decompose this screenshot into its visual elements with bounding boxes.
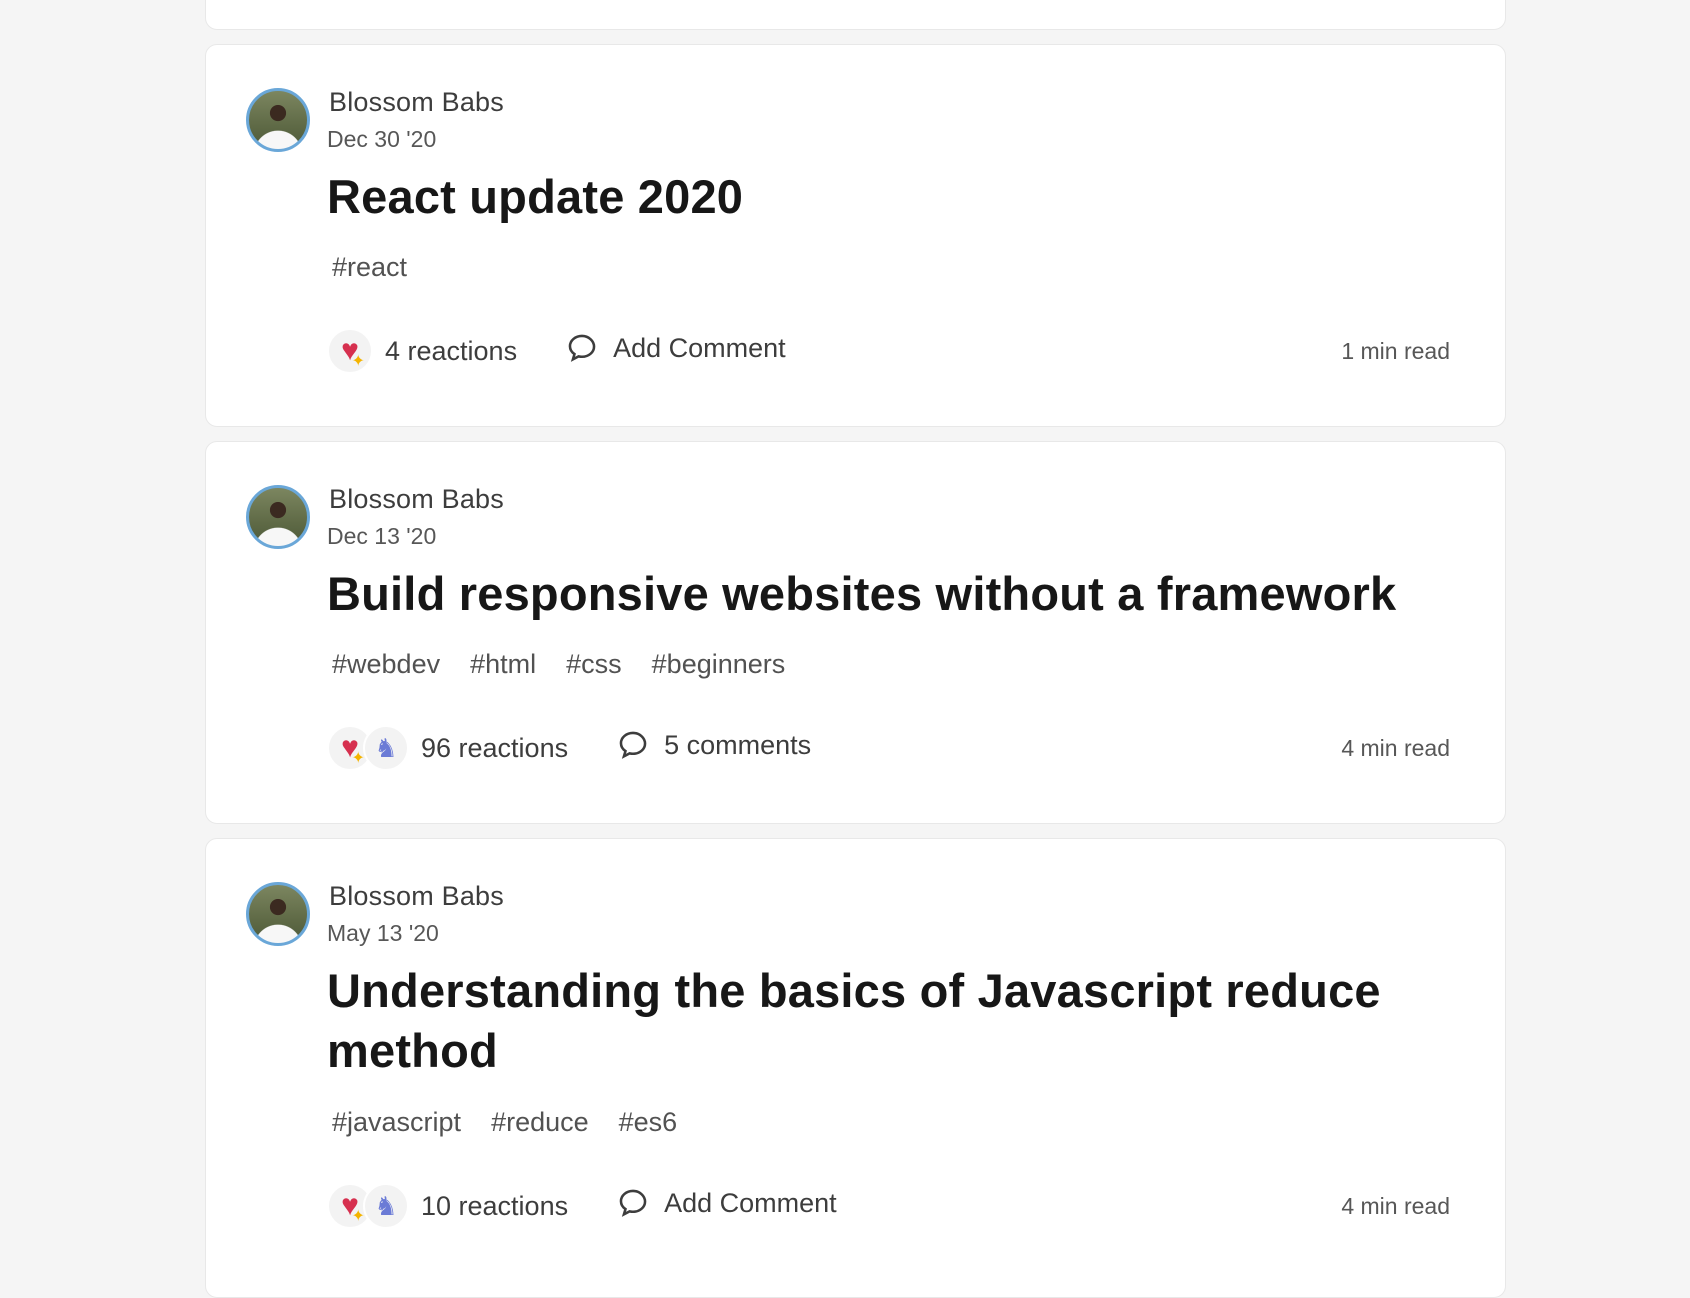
post-date[interactable]: May 13 '20 bbox=[327, 920, 439, 947]
tag-list: #react bbox=[332, 252, 407, 283]
author-avatar[interactable] bbox=[246, 485, 310, 549]
author-avatar[interactable] bbox=[246, 88, 310, 152]
tag-link[interactable]: #reduce bbox=[491, 1107, 589, 1138]
read-time: 4 min read bbox=[1341, 1192, 1450, 1219]
comments-button[interactable]: 5 comments bbox=[616, 728, 811, 762]
post-date[interactable]: Dec 30 '20 bbox=[327, 126, 436, 153]
reaction-icons[interactable]: ♥ ✦ bbox=[327, 328, 373, 374]
read-time: 4 min read bbox=[1341, 734, 1450, 761]
comment-label: Add Comment bbox=[664, 1187, 837, 1218]
reaction-icons[interactable]: ♥ ✦ ♞ bbox=[327, 725, 409, 771]
tag-link[interactable]: #react bbox=[332, 252, 407, 283]
tag-link[interactable]: #beginners bbox=[652, 649, 786, 680]
tag-list: #javascript #reduce #es6 bbox=[332, 1107, 677, 1138]
tag-link[interactable]: #webdev bbox=[332, 649, 440, 680]
tag-link[interactable]: #html bbox=[470, 649, 536, 680]
add-comment-button[interactable]: Add Comment bbox=[616, 1186, 837, 1220]
unicorn-icon: ♞ bbox=[363, 1183, 409, 1229]
reactions-count[interactable]: 10 reactions bbox=[421, 1191, 568, 1222]
tag-link[interactable]: #css bbox=[566, 649, 622, 680]
read-time: 1 min read bbox=[1341, 337, 1450, 364]
article-card[interactable]: Blossom Babs May 13 '20 Understanding th… bbox=[205, 838, 1506, 1298]
article-card[interactable]: Blossom Babs Dec 13 '20 Build responsive… bbox=[205, 441, 1506, 824]
article-title[interactable]: React update 2020 bbox=[327, 167, 1427, 227]
article-actions: ♥ ✦ 4 reactions Add Comment 1 min read bbox=[327, 326, 1450, 376]
article-title[interactable]: Understanding the basics of Javascript r… bbox=[327, 961, 1427, 1081]
tag-list: #webdev #html #css #beginners bbox=[332, 649, 785, 680]
article-actions: ♥ ✦ ♞ 96 reactions 5 comments 4 min read bbox=[327, 723, 1450, 773]
reaction-icons[interactable]: ♥ ✦ ♞ bbox=[327, 1183, 409, 1229]
comment-icon bbox=[568, 334, 596, 362]
tag-link[interactable]: #javascript bbox=[332, 1107, 461, 1138]
reactions-count[interactable]: 4 reactions bbox=[385, 336, 517, 367]
tag-link[interactable]: #es6 bbox=[619, 1107, 678, 1138]
comment-icon bbox=[619, 731, 647, 759]
post-date[interactable]: Dec 13 '20 bbox=[327, 523, 436, 550]
add-comment-button[interactable]: Add Comment bbox=[565, 331, 786, 365]
author-name[interactable]: Blossom Babs bbox=[329, 484, 504, 515]
comment-label: 5 comments bbox=[664, 729, 812, 760]
author-avatar[interactable] bbox=[246, 882, 310, 946]
author-name[interactable]: Blossom Babs bbox=[329, 881, 504, 912]
article-actions: ♥ ✦ ♞ 10 reactions Add Comment 4 min read bbox=[327, 1181, 1450, 1231]
article-title[interactable]: Build responsive websites without a fram… bbox=[327, 564, 1427, 624]
comment-label: Add Comment bbox=[613, 332, 786, 363]
author-name[interactable]: Blossom Babs bbox=[329, 87, 504, 118]
previous-article-card[interactable] bbox=[205, 0, 1506, 30]
reactions-count[interactable]: 96 reactions bbox=[421, 733, 568, 764]
comment-icon bbox=[619, 1189, 647, 1217]
article-card[interactable]: Blossom Babs Dec 30 '20 React update 202… bbox=[205, 44, 1506, 427]
unicorn-icon: ♞ bbox=[363, 725, 409, 771]
sparkle-heart-icon: ♥ ✦ bbox=[327, 328, 373, 374]
